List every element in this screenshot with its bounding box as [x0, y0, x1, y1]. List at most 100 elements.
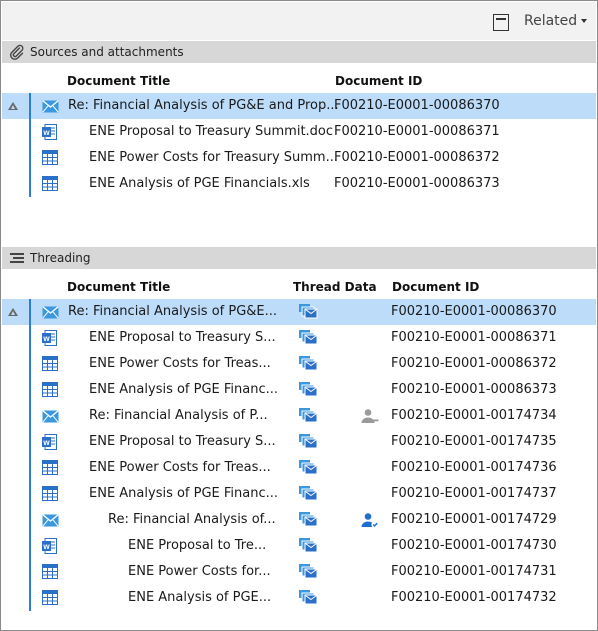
threading-row[interactable]: ENE Analysis of PGE Financ... F00210-E000…	[2, 481, 596, 507]
threading-row[interactable]: ENE Analysis of PGE Financ... F00210-E000…	[2, 377, 596, 403]
related-documents-panel: Related Sources and attachments Document…	[0, 0, 598, 631]
document-id: F00210-E0001-00086370	[334, 98, 500, 113]
document-id: F00210-E0001-00174729	[391, 512, 557, 527]
tree-connector-line	[29, 93, 31, 197]
paperclip-icon	[9, 44, 25, 63]
document-title: ENE Power Costs for Treas...	[89, 460, 271, 475]
thread-data-icon[interactable]	[298, 433, 318, 452]
document-id: F00210-E0001-00086370	[391, 304, 557, 319]
svg-text:w: w	[42, 334, 50, 343]
email-icon	[42, 514, 59, 530]
word-doc-icon: w	[42, 538, 57, 557]
threading-row[interactable]: w ENE Proposal to Tre... F00210-E0001-0017…	[2, 533, 596, 559]
spreadsheet-icon	[42, 590, 58, 608]
sources-section-title: Sources and attachments	[30, 45, 184, 59]
spreadsheet-icon	[42, 564, 58, 582]
document-title: ENE Analysis of PGE Financ...	[89, 486, 279, 501]
document-title: Re: Financial Analysis of P...	[89, 408, 268, 423]
document-title: ENE Power Costs for Treasury Summ...	[89, 150, 338, 165]
spreadsheet-icon	[42, 382, 58, 400]
document-title: Re: Financial Analysis of PG&E...	[68, 304, 278, 319]
email-icon	[42, 100, 59, 116]
document-id: F00210-E0001-00086373	[391, 382, 557, 397]
threading-row[interactable]: ENE Power Costs for Treas... F00210-E0001…	[2, 351, 596, 377]
document-id: F00210-E0001-00174730	[391, 538, 557, 553]
email-icon	[42, 410, 59, 426]
svg-text:w: w	[42, 438, 50, 447]
person-check-icon	[361, 512, 379, 531]
spreadsheet-icon	[42, 356, 58, 374]
threading-icon	[9, 250, 25, 269]
document-id: F00210-E0001-00086372	[391, 356, 557, 371]
thread-data-icon[interactable]	[298, 511, 318, 530]
document-title: ENE Analysis of PGE Financ...	[89, 382, 279, 397]
threading-row[interactable]: Re: Financial Analysis of PG&E... F00210-…	[2, 299, 596, 325]
document-title: Re: Financial Analysis of...	[108, 512, 276, 527]
sources-row[interactable]: w ENE Proposal to Treasury Summit.doc F002…	[2, 119, 596, 145]
threading-col-document-title[interactable]: Document Title	[67, 280, 170, 294]
document-id: F00210-E0001-00174737	[391, 486, 557, 501]
document-id: F00210-E0001-00174731	[391, 564, 557, 579]
document-id: F00210-E0001-00174734	[391, 408, 557, 423]
sources-section-header[interactable]: Sources and attachments	[2, 41, 596, 63]
threading-row[interactable]: ENE Analysis of PGE... F00210-E0001-00174…	[2, 585, 596, 611]
document-id: F00210-E0001-00174736	[391, 460, 557, 475]
document-title: Re: Financial Analysis of PG&E and Prop.…	[68, 98, 339, 113]
threading-row[interactable]: w ENE Proposal to Treasury S... F00210-E00…	[2, 325, 596, 351]
thread-data-icon[interactable]	[298, 537, 318, 556]
word-doc-icon: w	[42, 330, 57, 349]
spreadsheet-icon	[42, 460, 58, 478]
document-title: ENE Proposal to Treasury S...	[89, 434, 276, 449]
threading-col-document-id[interactable]: Document ID	[392, 280, 479, 294]
document-title: ENE Analysis of PGE...	[128, 590, 272, 605]
person-remove-icon	[361, 408, 379, 427]
sources-row[interactable]: ENE Analysis of PGE Financials.xls F00210…	[2, 171, 596, 197]
thread-data-icon[interactable]	[298, 407, 318, 426]
related-dropdown[interactable]: Related	[524, 13, 577, 29]
threading-row[interactable]: Re: Financial Analysis of P... F00210-E00…	[2, 403, 596, 429]
threading-section-header[interactable]: Threading	[2, 247, 596, 269]
spreadsheet-icon	[42, 176, 58, 194]
thread-data-icon[interactable]	[298, 485, 318, 504]
document-title: ENE Power Costs for Treas...	[89, 356, 271, 371]
thread-data-icon[interactable]	[298, 589, 318, 608]
threading-row[interactable]: ENE Power Costs for... F00210-E0001-00174…	[2, 559, 596, 585]
thread-data-icon[interactable]	[298, 459, 318, 478]
threading-row[interactable]: w ENE Proposal to Treasury S... F00210-E00…	[2, 429, 596, 455]
document-id: F00210-E0001-00174735	[391, 434, 557, 449]
tree-connector-line	[29, 299, 31, 611]
document-id: F00210-E0001-00086371	[334, 124, 500, 139]
document-title: ENE Proposal to Treasury Summit.doc	[89, 124, 334, 139]
document-id: F00210-E0001-00086373	[334, 176, 500, 191]
thread-data-icon[interactable]	[298, 355, 318, 374]
thread-data-icon[interactable]	[298, 381, 318, 400]
threading-col-thread-data[interactable]: Thread Data	[293, 280, 377, 294]
document-id: F00210-E0001-00086371	[391, 330, 557, 345]
collapse-toggle-icon[interactable]	[8, 308, 18, 316]
caret-down-icon[interactable]	[581, 19, 587, 23]
document-title: ENE Analysis of PGE Financials.xls	[89, 176, 310, 191]
thread-data-icon[interactable]	[298, 563, 318, 582]
word-doc-icon: w	[42, 124, 57, 143]
document-id: F00210-E0001-00086372	[334, 150, 500, 165]
threading-row[interactable]: Re: Financial Analysis of... F00210-E0001…	[2, 507, 596, 533]
sources-col-document-id[interactable]: Document ID	[335, 74, 422, 88]
word-doc-icon: w	[42, 434, 57, 453]
svg-text:w: w	[42, 128, 50, 137]
toolbar: Related	[2, 2, 596, 40]
threading-row[interactable]: ENE Power Costs for Treas... F00210-E0001…	[2, 455, 596, 481]
svg-text:w: w	[42, 542, 50, 551]
collapse-toggle-icon[interactable]	[8, 102, 18, 110]
document-id: F00210-E0001-00174732	[391, 590, 557, 605]
threading-section-title: Threading	[30, 251, 91, 265]
sources-col-document-title[interactable]: Document Title	[67, 74, 170, 88]
sources-row[interactable]: Re: Financial Analysis of PG&E and Prop.…	[2, 93, 596, 119]
document-title: ENE Proposal to Tre...	[128, 538, 267, 553]
spreadsheet-icon	[42, 486, 58, 504]
panel-toggle-icon[interactable]	[493, 14, 509, 31]
spreadsheet-icon	[42, 150, 58, 168]
thread-data-icon[interactable]	[298, 303, 318, 322]
thread-data-icon[interactable]	[298, 329, 318, 348]
sources-row[interactable]: ENE Power Costs for Treasury Summ... F002…	[2, 145, 596, 171]
document-title: ENE Proposal to Treasury S...	[89, 330, 276, 345]
